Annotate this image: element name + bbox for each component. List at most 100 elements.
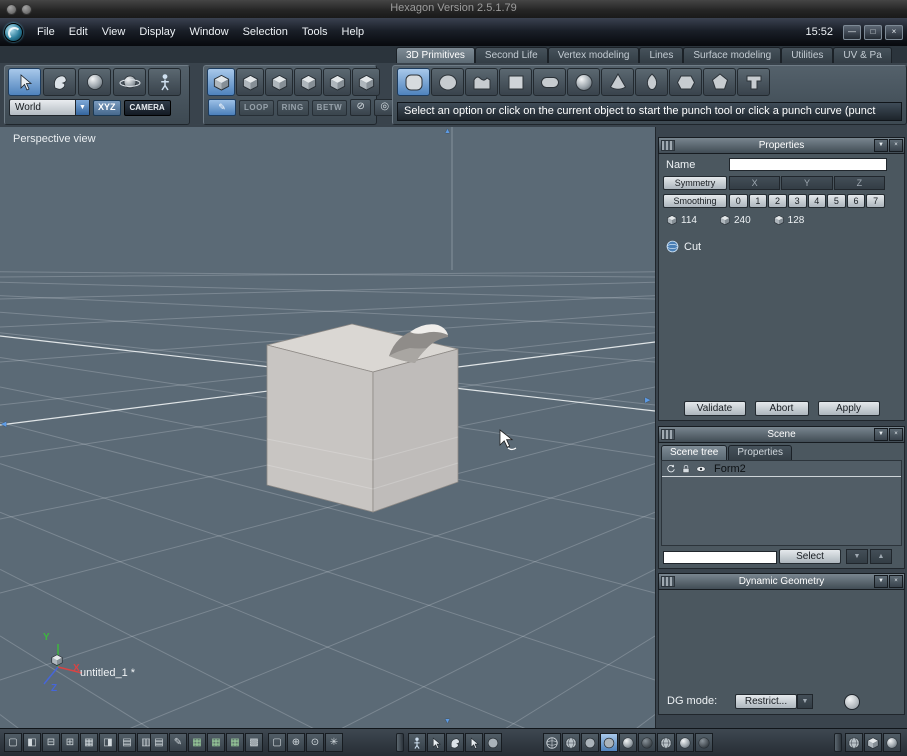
menu-tools[interactable]: Tools bbox=[295, 26, 335, 38]
between-select-button[interactable]: BETW bbox=[311, 99, 348, 116]
object-mode-button[interactable] bbox=[294, 68, 322, 96]
properties-sheet-icon[interactable]: ▤ bbox=[150, 733, 168, 752]
punch-shape-sphere-button[interactable] bbox=[567, 68, 600, 96]
ball-display-icon[interactable] bbox=[883, 733, 901, 752]
wireframe-shading-icon[interactable] bbox=[543, 733, 561, 752]
select-region-icon[interactable]: ▢ bbox=[268, 733, 286, 752]
vertex-mode-button[interactable] bbox=[207, 68, 235, 96]
scene-filter-input[interactable] bbox=[663, 551, 777, 564]
panel-grip-icon[interactable] bbox=[661, 140, 675, 151]
smoothing-button[interactable]: Smoothing bbox=[663, 194, 727, 208]
xyz-axes-button[interactable]: XYZ bbox=[93, 99, 121, 116]
smoothing-level-3[interactable]: 3 bbox=[787, 194, 807, 208]
lock-icon[interactable] bbox=[680, 463, 692, 475]
scene-close-button[interactable]: × bbox=[889, 428, 903, 441]
panel-grip-icon[interactable] bbox=[661, 576, 675, 587]
box-select-icon[interactable] bbox=[484, 733, 502, 752]
universal-manipulator-button[interactable] bbox=[113, 68, 146, 96]
translate-cursor-icon[interactable] bbox=[465, 733, 483, 752]
paint-tool-icon[interactable]: ✎ bbox=[169, 733, 187, 752]
smoothing-level-4[interactable]: 4 bbox=[807, 194, 827, 208]
punch-shape-wave-button[interactable] bbox=[465, 68, 498, 96]
scene-down-button[interactable]: ▼ bbox=[846, 549, 868, 564]
tab-utilities[interactable]: Utilities bbox=[781, 47, 834, 64]
apply-button[interactable]: Apply bbox=[817, 401, 880, 416]
zoom-tool-icon[interactable]: ⊙ bbox=[306, 733, 324, 752]
app-minimize-button[interactable]: — bbox=[843, 24, 861, 40]
gloss-shading-icon[interactable] bbox=[676, 733, 694, 752]
symmetry-z-button[interactable]: Z bbox=[833, 176, 885, 190]
layout-hsplit-icon[interactable]: ⊟ bbox=[42, 733, 60, 752]
eye-icon[interactable] bbox=[695, 463, 707, 475]
dark-shading-icon[interactable] bbox=[638, 733, 656, 752]
layout-single-view-icon[interactable]: ▢ bbox=[4, 733, 22, 752]
dg-close-button[interactable]: × bbox=[889, 575, 903, 588]
select-tool-button[interactable] bbox=[8, 68, 41, 96]
camera-space-button[interactable]: CAMERA bbox=[123, 99, 171, 116]
half-shading-icon[interactable] bbox=[657, 733, 675, 752]
grow-selection-button[interactable]: ⊘ bbox=[350, 99, 372, 116]
loop-select-button[interactable]: LOOP bbox=[239, 99, 274, 116]
menu-selection[interactable]: Selection bbox=[236, 26, 295, 38]
spheres-pair-icon[interactable] bbox=[845, 733, 863, 752]
lasso-select-icon[interactable] bbox=[446, 733, 464, 752]
properties-panel-header[interactable]: Properties ▼ × bbox=[658, 137, 905, 154]
visibility-cycle-icon[interactable] bbox=[665, 463, 677, 475]
grid-xy-icon[interactable]: ▦ bbox=[188, 733, 206, 752]
abort-button[interactable]: Abort bbox=[754, 401, 809, 416]
center-view-icon[interactable]: ⊕ bbox=[287, 733, 305, 752]
sphere-manipulator-button[interactable] bbox=[78, 68, 111, 96]
punch-shape-gem-button[interactable] bbox=[703, 68, 736, 96]
custom-shading-icon[interactable] bbox=[695, 733, 713, 752]
layout-left-split-icon[interactable]: ◧ bbox=[23, 733, 41, 752]
textured-shading-icon[interactable] bbox=[562, 733, 580, 752]
cube-display-icon[interactable] bbox=[864, 733, 882, 752]
viewport-canvas[interactable]: Perspective view Y X Z untitled_1 * ▲ ▼ … bbox=[0, 127, 655, 728]
walkthrough-icon[interactable] bbox=[408, 733, 426, 752]
tab-scene-properties[interactable]: Properties bbox=[728, 445, 792, 461]
dg-mode-dropdown[interactable]: Restrict... ▼ bbox=[735, 694, 813, 709]
working-space-dropdown[interactable]: World ▼ bbox=[9, 99, 90, 116]
material-ball-icon[interactable] bbox=[619, 733, 637, 752]
group-mode-button[interactable] bbox=[323, 68, 351, 96]
ring-select-button[interactable]: RING bbox=[276, 99, 309, 116]
grid-yz-icon[interactable]: ▦ bbox=[207, 733, 225, 752]
punch-shape-ellipse-button[interactable] bbox=[431, 68, 464, 96]
scene-tree[interactable]: Form2 bbox=[661, 460, 902, 546]
smoothing-level-6[interactable]: 6 bbox=[846, 194, 866, 208]
pose-figure-tool-button[interactable] bbox=[148, 68, 181, 96]
menu-window[interactable]: Window bbox=[182, 26, 235, 38]
select-button[interactable]: Select bbox=[779, 549, 841, 564]
app-close-button[interactable]: × bbox=[885, 24, 903, 40]
menu-edit[interactable]: Edit bbox=[62, 26, 95, 38]
tab-second-life[interactable]: Second Life bbox=[474, 47, 548, 64]
name-input[interactable] bbox=[729, 158, 887, 171]
dg-collapse-button[interactable]: ▼ bbox=[874, 575, 888, 588]
layout-right-split-icon[interactable]: ◨ bbox=[99, 733, 117, 752]
edit-edge-tool-button[interactable]: ✎ bbox=[208, 99, 236, 116]
smoothing-level-2[interactable]: 2 bbox=[768, 194, 787, 208]
menu-help[interactable]: Help bbox=[335, 26, 372, 38]
bottombar-divider[interactable] bbox=[834, 733, 842, 752]
scene-collapse-button[interactable]: ▼ bbox=[874, 428, 888, 441]
panel-grip-icon[interactable] bbox=[661, 429, 675, 440]
layout-quad-view-icon[interactable]: ⊞ bbox=[61, 733, 79, 752]
scene-tree-row[interactable]: Form2 bbox=[662, 461, 901, 477]
scene-panel-header[interactable]: Scene ▼ × bbox=[658, 426, 905, 443]
menu-display[interactable]: Display bbox=[132, 26, 182, 38]
splitter-arrow-bottom[interactable]: ▼ bbox=[444, 718, 451, 725]
tab-scene-tree[interactable]: Scene tree bbox=[661, 445, 728, 461]
menu-view[interactable]: View bbox=[95, 26, 133, 38]
dg-material-ball[interactable] bbox=[844, 694, 860, 710]
symmetry-button[interactable]: Symmetry bbox=[663, 176, 727, 190]
punch-shape-tube-button[interactable] bbox=[737, 68, 770, 96]
face-mode-button[interactable] bbox=[265, 68, 293, 96]
validate-button[interactable]: Validate bbox=[683, 401, 746, 416]
smoothing-level-7[interactable]: 7 bbox=[866, 194, 885, 208]
punch-shape-cone-button[interactable] bbox=[601, 68, 634, 96]
menu-file[interactable]: File bbox=[30, 26, 62, 38]
smooth-shading-icon[interactable] bbox=[600, 733, 618, 752]
dg-panel-header[interactable]: Dynamic Geometry ▼ × bbox=[658, 573, 905, 590]
punch-shape-square-button[interactable] bbox=[499, 68, 532, 96]
punch-shape-capsule-button[interactable] bbox=[533, 68, 566, 96]
